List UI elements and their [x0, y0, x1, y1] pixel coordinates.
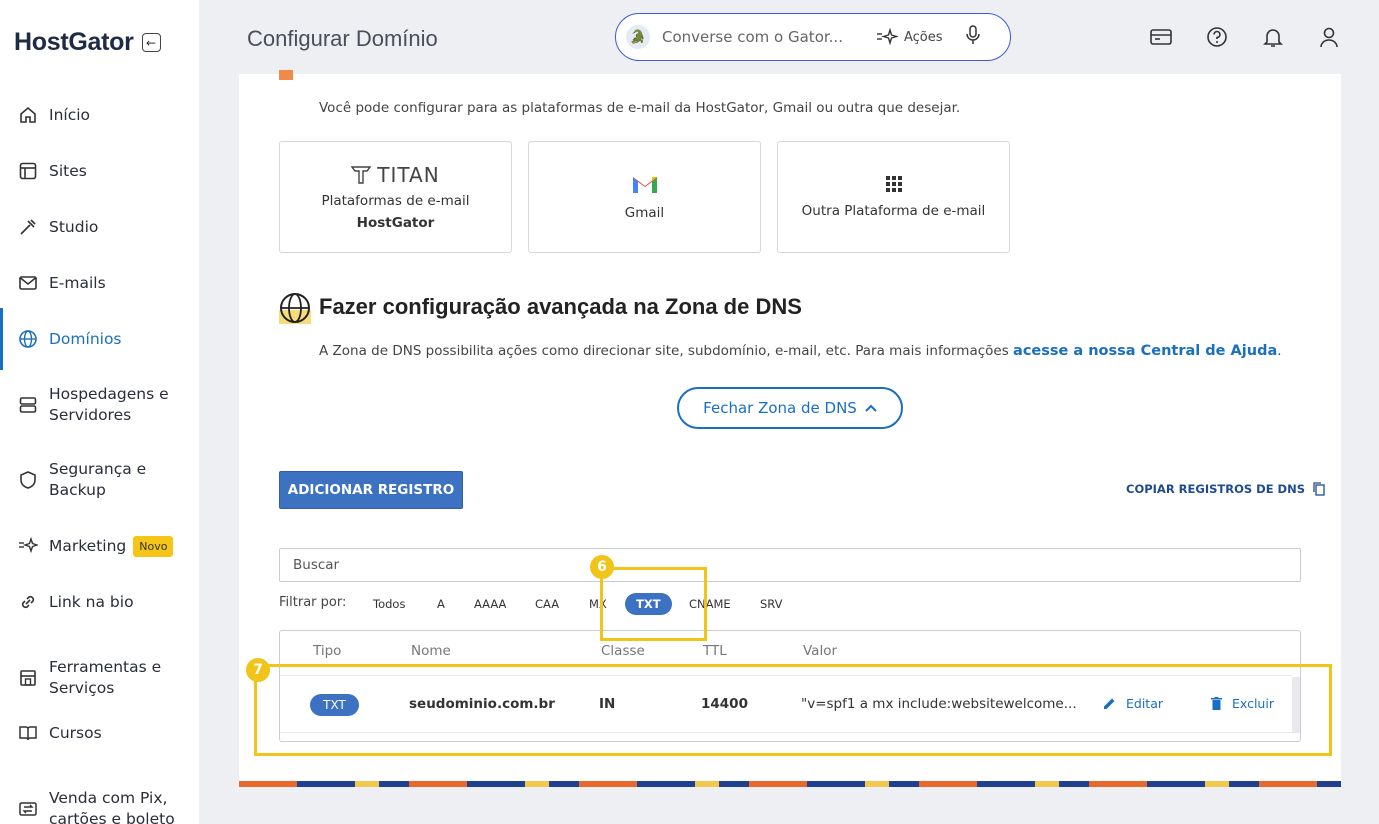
user-icon[interactable]	[1317, 25, 1341, 49]
billing-icon[interactable]	[1149, 25, 1173, 49]
help-center-link[interactable]: acesse a nossa Central de Ajuda	[1013, 343, 1277, 359]
wand-icon	[17, 216, 39, 238]
page-title: Configurar Domínio	[247, 26, 438, 51]
sidebar-item-label: Início	[49, 106, 91, 124]
sidebar-item-cursos[interactable]: Cursos	[0, 722, 199, 744]
sidebar-item-studio[interactable]: Studio	[0, 216, 199, 238]
filter-chip-a[interactable]: A	[426, 593, 456, 615]
copy-dns-records-button[interactable]: COPIAR REGISTROS DE DNS	[1126, 482, 1325, 496]
sidebar-item-label: Sites	[49, 162, 87, 180]
sidebar-item-label: Marketing	[49, 537, 127, 555]
book-icon	[17, 722, 39, 744]
store-icon	[17, 667, 39, 689]
sidebar-item-seguranca[interactable]: Segurança e Backup	[0, 459, 199, 501]
sidebar-item-label: Venda com Pix, cartões e boleto	[49, 789, 175, 824]
collapse-sidebar-icon[interactable]: ←	[141, 33, 161, 52]
actions-label: Ações	[904, 29, 943, 45]
chevron-up-icon	[865, 404, 877, 412]
dns-search-input[interactable]: Buscar	[279, 548, 1301, 582]
gmail-option-card[interactable]: Gmail	[528, 141, 761, 253]
close-dns-zone-button[interactable]: Fechar Zona de DNS	[677, 387, 903, 429]
sidebar-item-label: Hospedagens e Servidores	[49, 385, 169, 424]
option-label: Outra Plataforma de e-mail	[801, 203, 986, 219]
globe-icon	[279, 293, 311, 324]
new-badge: Novo	[133, 535, 174, 557]
sidebar-item-label: Segurança e Backup	[49, 460, 147, 499]
cut-off-heading	[279, 60, 479, 82]
sidebar-item-label: Link na bio	[49, 593, 134, 611]
hostgator-logo[interactable]: HostGator	[14, 28, 134, 57]
exchange-icon	[17, 798, 39, 820]
logo-row: HostGator ←	[14, 28, 161, 57]
server-icon	[17, 394, 39, 416]
sparkle-icon	[877, 28, 898, 46]
column-header-tipo: Tipo	[313, 643, 342, 659]
sidebar-item-link-na-bio[interactable]: Link na bio	[0, 591, 199, 613]
sidebar-item-sites[interactable]: Sites	[0, 160, 199, 182]
layout-icon	[17, 160, 39, 182]
link-icon	[17, 591, 39, 613]
column-header-ttl: TTL	[703, 643, 727, 659]
option-label: Gmail	[624, 205, 665, 221]
sidebar-item-dominios[interactable]: Domínios	[0, 308, 199, 370]
sidebar: HostGator ← Início Sites Studio E-mails …	[0, 0, 199, 824]
column-header-classe: Classe	[601, 643, 645, 659]
add-record-button[interactable]: ADICIONAR REGISTRO	[279, 471, 463, 509]
highlight-box-7	[254, 664, 1332, 756]
email-description: Você pode configurar para as plataformas…	[319, 100, 961, 116]
sidebar-item-marketing[interactable]: Marketing Novo	[0, 535, 199, 557]
microphone-icon[interactable]	[965, 25, 981, 49]
sidebar-item-inicio[interactable]: Início	[0, 104, 199, 126]
copy-icon	[1313, 482, 1325, 496]
sidebar-item-emails[interactable]: E-mails	[0, 272, 199, 294]
dns-description: A Zona de DNS possibilita ações como dir…	[319, 343, 1282, 359]
option-sublabel: HostGator	[356, 215, 435, 231]
sidebar-item-venda-pix[interactable]: Venda com Pix, cartões e boleto	[0, 788, 199, 824]
titan-icon	[351, 166, 372, 184]
highlight-box-6	[600, 567, 707, 641]
globe-icon	[17, 328, 39, 350]
sidebar-item-label: E-mails	[49, 274, 106, 292]
filter-chip-caa[interactable]: CAA	[524, 593, 570, 615]
gator-avatar-icon: 🐊	[626, 25, 650, 49]
decorative-stripe	[239, 781, 1341, 787]
annotation-number-7: 7	[246, 658, 270, 682]
titan-logo: TITAN	[351, 163, 439, 187]
grid-icon	[885, 176, 902, 192]
actions-button[interactable]: Ações	[876, 28, 943, 46]
filter-label: Filtrar por:	[279, 595, 347, 610]
filter-chip-srv[interactable]: SRV	[749, 593, 794, 615]
filter-chip-aaaa[interactable]: AAAA	[463, 593, 517, 615]
dns-section-title: Fazer configuração avançada na Zona de D…	[319, 294, 802, 319]
option-label: Plataformas de e-mail	[321, 193, 470, 209]
home-icon	[17, 104, 39, 126]
bell-icon[interactable]	[1261, 25, 1285, 49]
column-header-valor: Valor	[803, 643, 838, 659]
sidebar-item-label: Cursos	[49, 724, 102, 742]
chat-placeholder[interactable]: Converse com o Gator...	[662, 28, 852, 46]
gator-chat-input[interactable]: 🐊 Converse com o Gator... Ações	[615, 13, 1011, 61]
annotation-number-6: 6	[590, 555, 614, 579]
help-icon[interactable]	[1205, 25, 1229, 49]
mail-icon	[17, 272, 39, 294]
other-platform-option-card[interactable]: Outra Plataforma de e-mail	[777, 141, 1010, 253]
column-header-nome: Nome	[411, 643, 451, 659]
gmail-icon	[632, 177, 657, 193]
sidebar-item-label: Domínios	[49, 330, 122, 348]
titan-option-card[interactable]: TITAN Plataformas de e-mail HostGator	[279, 141, 512, 253]
sidebar-item-hospedagens[interactable]: Hospedagens e Servidores	[0, 384, 199, 426]
sidebar-item-label: Studio	[49, 218, 99, 236]
filter-chip-todos[interactable]: Todos	[362, 593, 416, 615]
sidebar-item-label: Ferramentas e Serviços	[49, 658, 162, 697]
sidebar-item-ferramentas[interactable]: Ferramentas e Serviços	[0, 657, 199, 699]
shield-icon	[17, 469, 39, 491]
sparkle-icon	[17, 535, 39, 557]
